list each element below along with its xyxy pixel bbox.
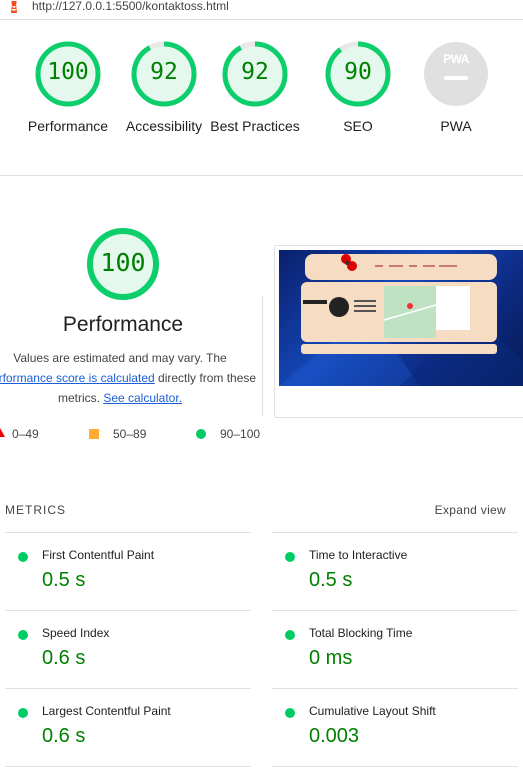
pwa-badge-icon: [424, 42, 488, 106]
pass-circle-icon: [285, 708, 295, 718]
pass-circle-icon: [285, 630, 295, 640]
performance-title: Performance: [62, 313, 184, 336]
metric-label: Time to Interactive: [309, 548, 408, 562]
page-url[interactable]: http://127.0.0.1:5500/kontaktoss.html: [32, 0, 229, 13]
metric-cumulative-layout-shift: Cumulative Layout Shift 0.003: [272, 688, 518, 766]
metric-value: 0.5 s: [309, 569, 353, 591]
pass-circle-icon: [18, 708, 28, 718]
performance-score: 100: [100, 248, 146, 277]
pass-circle-icon: [18, 630, 28, 640]
legend-pass: 90–100: [220, 427, 261, 441]
metric-total-blocking-time: Total Blocking Time 0 ms: [272, 610, 518, 688]
gauge-label: SEO: [343, 118, 373, 134]
address-bar: http://127.0.0.1:5500/kontaktoss.html: [0, 0, 523, 20]
legend-fail: 0–49: [12, 427, 39, 441]
screenshot-image: [279, 250, 523, 386]
metric-speed-index: Speed Index 0.6 s: [5, 610, 251, 688]
performance-description: Values are estimated and may vary. The P…: [0, 348, 260, 408]
metric-label: Largest Contentful Paint: [42, 704, 171, 718]
see-calculator-link[interactable]: See calculator.: [103, 391, 182, 405]
gauge-score: 100: [47, 59, 89, 85]
metric-value: 0.003: [309, 725, 360, 747]
metric-value: 0 ms: [309, 647, 353, 669]
metrics-heading: METRICS: [5, 503, 66, 517]
lighthouse-logo-icon: [11, 1, 17, 13]
metric-label: First Contentful Paint: [42, 548, 155, 562]
divider: [5, 766, 251, 767]
metric-value: 0.6 s: [42, 647, 86, 669]
metric-value: 0.6 s: [42, 725, 86, 747]
pass-circle-icon: [196, 429, 206, 439]
gauge-performance[interactable]: 100 Performance: [13, 40, 123, 136]
fail-triangle-icon: [0, 428, 5, 437]
gauge-score: 92: [150, 59, 178, 85]
metric-largest-contentful-paint: Largest Contentful Paint 0.6 s: [5, 688, 251, 766]
divider: [262, 296, 263, 416]
metric-label: Cumulative Layout Shift: [309, 704, 436, 718]
gauge-pwa[interactable]: PWA PWA: [401, 40, 511, 136]
score-calculated-link[interactable]: Performance score is calculated: [0, 371, 155, 385]
gauge-seo[interactable]: 90 SEO: [303, 40, 413, 136]
metric-label: Speed Index: [42, 626, 110, 640]
gauge-score: 90: [344, 59, 372, 85]
gauge-best-practices[interactable]: 92 Best Practices: [200, 40, 310, 136]
gauge-score: 92: [241, 59, 269, 85]
average-square-icon: [89, 429, 99, 439]
pwa-badge-text: PWA: [443, 52, 469, 66]
pass-circle-icon: [18, 552, 28, 562]
divider: [272, 766, 518, 767]
divider: [0, 175, 523, 176]
metric-label: Total Blocking Time: [309, 626, 413, 640]
desc-text: Values are estimated and may vary. The: [13, 351, 227, 365]
pass-circle-icon: [285, 552, 295, 562]
screenshot-thumbnail-icon: [279, 254, 523, 386]
expand-view-toggle[interactable]: Expand view: [435, 503, 506, 517]
final-screenshot[interactable]: [274, 245, 523, 418]
metric-time-to-interactive: Time to Interactive 0.5 s: [272, 532, 518, 610]
performance-gauge[interactable]: 100: [86, 227, 160, 301]
gauge-label: Best Practices: [210, 118, 300, 134]
gauge-label: PWA: [440, 118, 472, 134]
gauge-label: Performance: [27, 118, 109, 134]
metric-value: 0.5 s: [42, 569, 86, 591]
metric-first-contentful-paint: First Contentful Paint 0.5 s: [5, 532, 251, 610]
legend-average: 50–89: [113, 427, 147, 441]
